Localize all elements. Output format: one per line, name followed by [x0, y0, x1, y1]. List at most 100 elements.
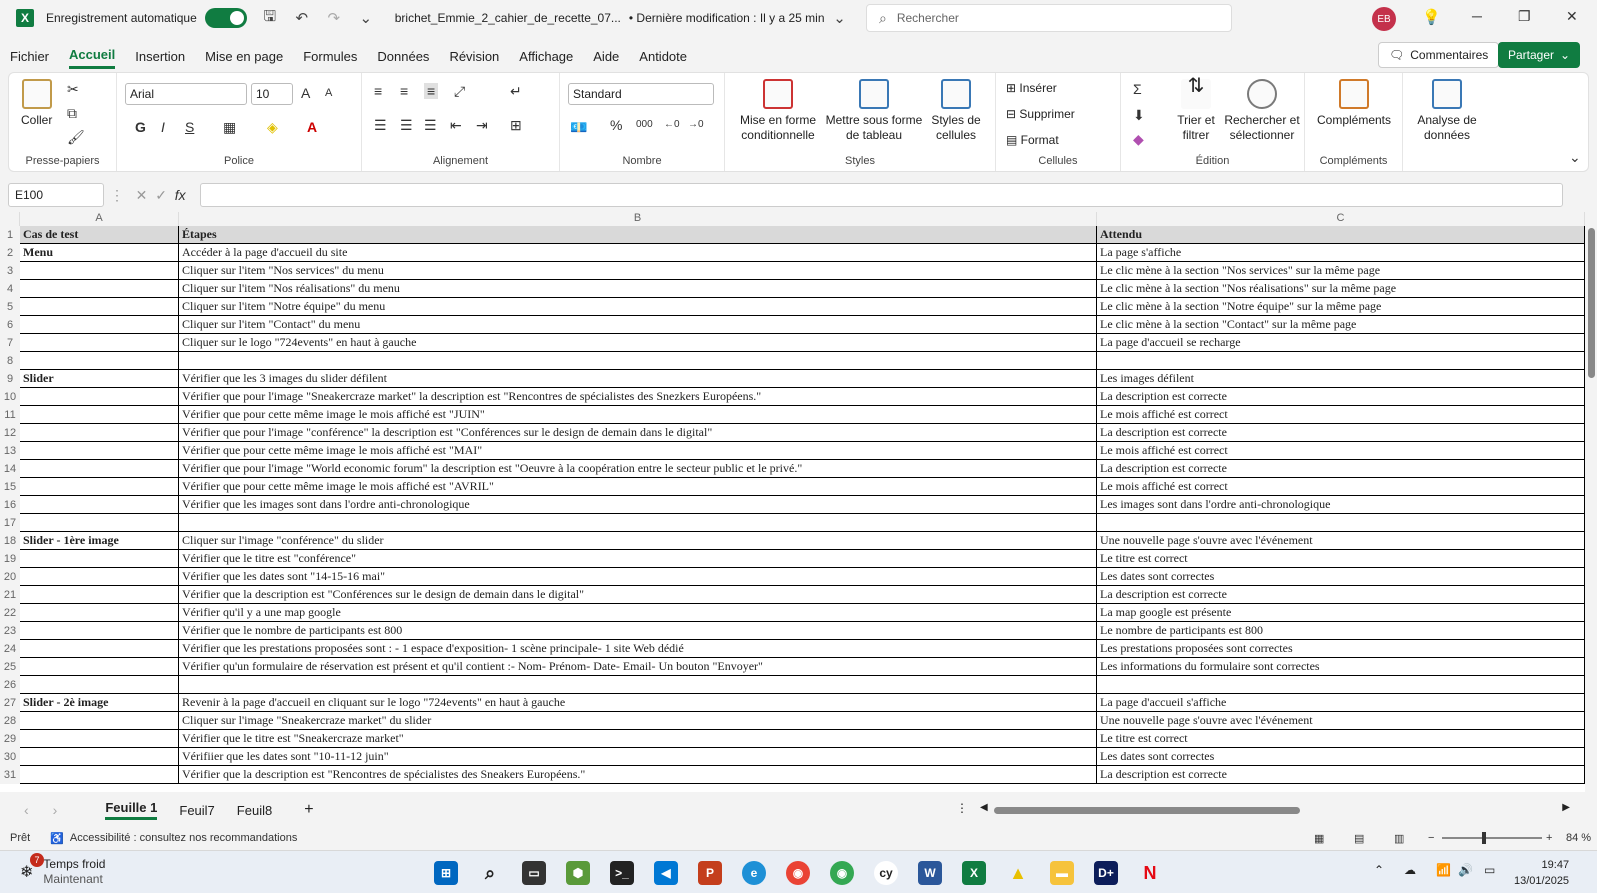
collapse-ribbon-icon[interactable]: ⌄	[1569, 149, 1581, 166]
analyze-data-button[interactable]: Analyse de données	[1409, 79, 1485, 143]
row-header[interactable]: 4	[0, 280, 20, 298]
row-header[interactable]: 15	[0, 478, 20, 496]
conditional-format-button[interactable]: Mise en forme conditionnelle	[733, 79, 823, 143]
tab-affichage[interactable]: Affichage	[519, 45, 573, 68]
row-header[interactable]: 13	[0, 442, 20, 460]
weather-widget[interactable]: ❄ 7 Temps froid Maintenant	[20, 853, 105, 887]
format-painter-icon[interactable]: 🖌	[67, 129, 85, 146]
clear-icon[interactable]: ◆	[1133, 131, 1144, 148]
more-icon[interactable]: ⋮	[110, 187, 124, 203]
powerpoint-icon[interactable]: P	[698, 861, 722, 885]
table-cell[interactable]: La description est correcte	[1097, 460, 1585, 478]
table-cell[interactable]: Slider - 1ère image	[20, 532, 179, 550]
netflix-icon[interactable]: N	[1138, 861, 1162, 885]
table-cell[interactable]	[20, 352, 179, 370]
paste-button[interactable]: Coller	[21, 79, 52, 128]
column-header-c[interactable]: C	[1097, 212, 1585, 226]
table-cell[interactable]: Vérifier que les 3 images du slider défi…	[179, 370, 1097, 388]
next-sheet-icon[interactable]: ›	[53, 802, 58, 818]
row-header[interactable]: 14	[0, 460, 20, 478]
fill-icon[interactable]: ⬇	[1133, 107, 1145, 124]
table-cell[interactable]	[20, 568, 179, 586]
table-cell[interactable]	[20, 658, 179, 676]
network-icon[interactable]: ☁	[1404, 863, 1416, 877]
add-sheet-icon[interactable]: +	[304, 801, 313, 819]
table-cell[interactable]	[20, 550, 179, 568]
currency-icon[interactable]: 💶	[570, 119, 587, 136]
increase-decimal-icon[interactable]: ←0	[664, 119, 680, 130]
row-header[interactable]: 3	[0, 262, 20, 280]
scroll-left-icon[interactable]: ◀	[980, 802, 988, 813]
page-layout-icon[interactable]: ▤	[1354, 832, 1364, 845]
wrap-text-icon[interactable]: ↵	[510, 83, 522, 100]
table-cell[interactable]: Vérifier que pour cette même image le mo…	[179, 442, 1097, 460]
comments-button[interactable]: 🗨 Commentaires	[1378, 42, 1500, 68]
header-cell[interactable]: Étapes	[179, 226, 1097, 244]
sheet-tab-feuil7[interactable]: Feuil7	[179, 803, 214, 818]
prev-sheet-icon[interactable]: ‹	[24, 802, 29, 818]
align-center-icon[interactable]: ☰	[400, 117, 413, 134]
table-cell[interactable]: Vérifier que le nombre de participants e…	[179, 622, 1097, 640]
edge-icon[interactable]: e	[742, 861, 766, 885]
row-header[interactable]: 21	[0, 586, 20, 604]
chrome-profile-icon[interactable]: ◉	[830, 861, 854, 885]
table-cell[interactable]: Menu	[20, 244, 179, 262]
number-format-select[interactable]: Standard	[568, 83, 714, 105]
table-cell[interactable]: Vérifier que pour cette même image le mo…	[179, 478, 1097, 496]
disney-plus-icon[interactable]: D+	[1094, 861, 1118, 885]
find-select-button[interactable]: Rechercher et sélectionner	[1223, 79, 1301, 143]
table-cell[interactable]	[20, 766, 179, 784]
table-cell[interactable]	[20, 604, 179, 622]
tab-insertion[interactable]: Insertion	[135, 45, 185, 68]
scroll-thumb[interactable]	[1588, 228, 1595, 378]
row-header[interactable]: 20	[0, 568, 20, 586]
row-header[interactable]: 16	[0, 496, 20, 514]
table-cell[interactable]: Les dates sont correctes	[1097, 568, 1585, 586]
align-middle-icon[interactable]: ≡	[400, 83, 408, 99]
table-cell[interactable]	[20, 442, 179, 460]
zoom-level[interactable]: 84 %	[1566, 832, 1591, 844]
table-cell[interactable]: Slider - 2è image	[20, 694, 179, 712]
table-cell[interactable]	[20, 514, 179, 532]
thousands-button[interactable]: 000	[636, 119, 653, 130]
scroll-thumb[interactable]	[994, 807, 1300, 814]
table-cell[interactable]: Cliquer sur le logo "724events" en haut …	[179, 334, 1097, 352]
minimize-icon[interactable]: ─	[1472, 8, 1482, 24]
header-cell[interactable]: Attendu	[1097, 226, 1585, 244]
windows-start-icon[interactable]: ⊞	[434, 861, 458, 885]
addins-button[interactable]: Compléments	[1311, 79, 1397, 128]
align-left-icon[interactable]: ☰	[374, 117, 387, 134]
chevron-up-icon[interactable]: ⌃	[1374, 863, 1384, 877]
table-cell[interactable]	[20, 586, 179, 604]
tab-accueil[interactable]: Accueil	[69, 43, 116, 69]
table-cell[interactable]: Le mois affiché est correct	[1097, 406, 1585, 424]
table-cell[interactable]	[20, 676, 179, 694]
table-cell[interactable]: Vérifier que le titre est "conférence"	[179, 550, 1097, 568]
increase-indent-icon[interactable]: ⇥	[476, 117, 488, 134]
table-cell[interactable]: Cliquer sur l'item "Nos réalisations" du…	[179, 280, 1097, 298]
table-cell[interactable]: Vérifier que pour l'image "Sneakercraze …	[179, 388, 1097, 406]
more-icon[interactable]: ⋮	[956, 801, 968, 815]
task-view-icon[interactable]: ▭	[522, 861, 546, 885]
table-cell[interactable]: Cliquer sur l'image "Sneakercraze market…	[179, 712, 1097, 730]
table-cell[interactable]	[179, 514, 1097, 532]
table-cell[interactable]: Le titre est correct	[1097, 550, 1585, 568]
page-break-icon[interactable]: ▥	[1394, 832, 1404, 845]
file-explorer-icon[interactable]: ▬	[1050, 861, 1074, 885]
table-cell[interactable]: Vérifier que la description est "Confére…	[179, 586, 1097, 604]
row-header[interactable]: 25	[0, 658, 20, 676]
excel-taskbar-icon[interactable]: X	[962, 861, 986, 885]
table-cell[interactable]: La description est correcte	[1097, 424, 1585, 442]
row-header[interactable]: 26	[0, 676, 20, 694]
delete-button[interactable]: ⊟ Supprimer	[1006, 107, 1075, 121]
terminal-icon[interactable]: >_	[610, 861, 634, 885]
table-cell[interactable]: Vérifier que le titre est "Sneakercraze …	[179, 730, 1097, 748]
sort-filter-button[interactable]: ⇅ Trier et filtrer	[1171, 76, 1221, 143]
table-cell[interactable]: Une nouvelle page s'ouvre avec l'événeme…	[1097, 532, 1585, 550]
search-icon[interactable]: ⌕	[478, 861, 502, 885]
format-as-table-button[interactable]: Mettre sous forme de tableau	[825, 79, 923, 143]
word-icon[interactable]: W	[918, 861, 942, 885]
column-header-a[interactable]: A	[20, 212, 179, 226]
redo-icon[interactable]: ↷	[325, 9, 343, 27]
table-cell[interactable]: Les informations du formulaire sont corr…	[1097, 658, 1585, 676]
